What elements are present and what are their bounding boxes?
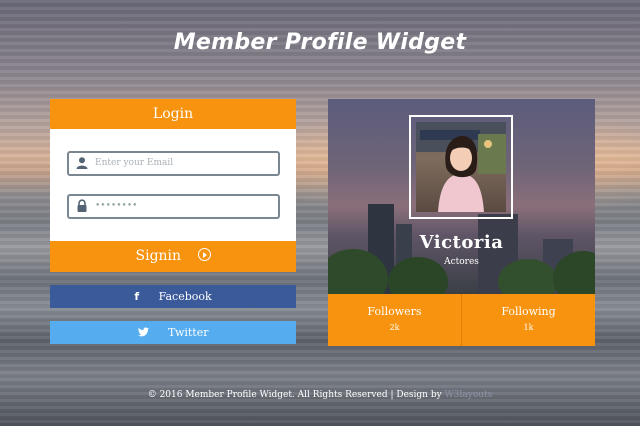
user-icon (76, 157, 88, 169)
following-stat[interactable]: Following 1k (462, 294, 595, 346)
twitter-label: Twitter (168, 326, 209, 339)
profile-name: Victoria (419, 232, 504, 253)
email-field[interactable] (67, 151, 280, 176)
arrow-circle-right-icon (197, 248, 211, 261)
following-label: Following (501, 305, 556, 318)
facebook-button[interactable]: f Facebook (50, 285, 296, 308)
password-input[interactable] (95, 197, 273, 215)
profile-card: Victoria Actores Followers 2k Following … (328, 99, 595, 346)
page-title: Member Profile Widget (173, 30, 467, 55)
password-field[interactable] (67, 194, 280, 219)
email-input[interactable] (95, 154, 273, 172)
avatar (416, 122, 506, 212)
facebook-icon: f (134, 290, 140, 303)
twitter-button[interactable]: Twitter (50, 321, 296, 344)
login-panel: Login Signin (50, 99, 296, 272)
lock-icon (77, 199, 87, 212)
signin-button[interactable]: Signin (50, 241, 296, 272)
profile-role: Actores (444, 257, 479, 267)
facebook-label: Facebook (158, 290, 212, 303)
footer-text: © 2016 Member Profile Widget. All Rights… (147, 390, 445, 400)
avatar-photo (416, 122, 506, 212)
footer-brand-link[interactable]: W3layouts (445, 390, 493, 400)
followers-label: Followers (367, 305, 422, 318)
followers-count: 2k (389, 323, 400, 332)
signin-label: Signin (135, 248, 182, 264)
footer: © 2016 Member Profile Widget. All Rights… (0, 390, 640, 400)
profile-stats: Followers 2k Following 1k (328, 294, 595, 346)
followers-stat[interactable]: Followers 2k (328, 294, 462, 346)
login-header: Login (50, 99, 296, 129)
following-count: 1k (523, 323, 534, 332)
twitter-icon (137, 327, 149, 337)
